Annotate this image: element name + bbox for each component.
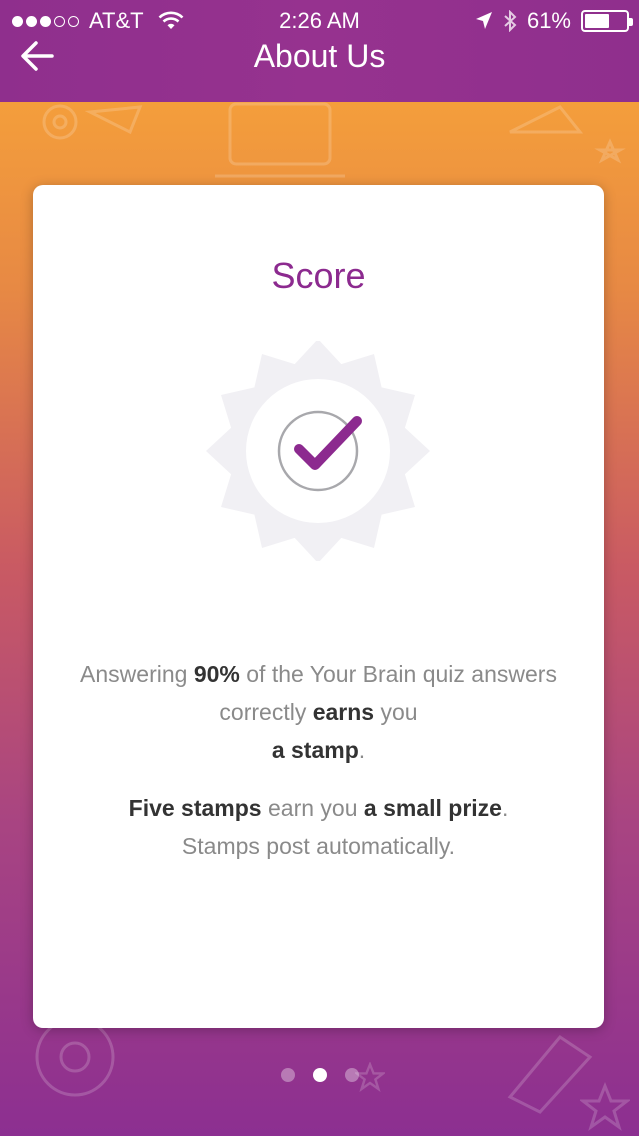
gear-doodle-icon xyxy=(42,104,143,140)
text-90-percent: 90% xyxy=(193,661,240,687)
award-doodle-icon xyxy=(509,105,626,164)
bluetooth-icon xyxy=(504,10,517,32)
text-answering: Answering xyxy=(80,661,194,687)
page-title: About Us xyxy=(253,38,386,74)
battery-icon xyxy=(581,10,633,32)
text-five-stamps: Five stamps xyxy=(128,795,262,821)
text-a-stamp: a stamp xyxy=(271,737,359,763)
app-header: AT&T 2:26 AM 61% About Us xyxy=(0,0,639,102)
laptop-doodle-icon xyxy=(215,102,345,178)
info-card: Score Answering 90% of the Your Brain qu… xyxy=(33,185,604,1028)
page-dot-1[interactable] xyxy=(280,1068,295,1082)
text-period: . xyxy=(358,737,366,763)
score-rule-paragraph: Answering 90% of the Your Brain quiz ans… xyxy=(73,655,564,769)
page-dot-3[interactable] xyxy=(344,1068,359,1082)
location-arrow-icon xyxy=(475,12,492,29)
battery-percent: 61% xyxy=(526,8,571,33)
text-you: you xyxy=(374,699,418,725)
text-stamps-post: Stamps post automatically. xyxy=(181,833,456,859)
page-dot-2[interactable] xyxy=(312,1068,327,1082)
text-small-prize: a small prize xyxy=(363,795,502,821)
page-indicator xyxy=(0,1068,639,1082)
text-earns: earns xyxy=(312,699,375,725)
prize-rule-paragraph: Five stamps earn you a small prize. Stamp… xyxy=(73,789,564,865)
card-title: Score xyxy=(271,255,366,296)
star-doodle-icon xyxy=(580,1082,630,1131)
checkmark-badge-icon xyxy=(206,341,430,561)
text-period-2: . xyxy=(501,795,509,821)
text-earn-you: earn you xyxy=(261,795,364,821)
status-right: 61% xyxy=(475,8,633,34)
status-bar: AT&T 2:26 AM 61% xyxy=(0,6,639,36)
